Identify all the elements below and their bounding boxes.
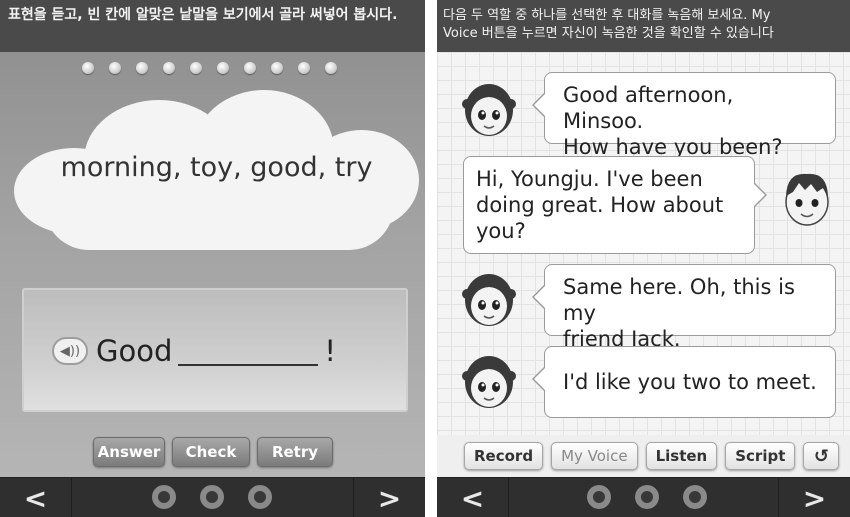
- check-button[interactable]: Check: [172, 437, 250, 467]
- page-dot[interactable]: [587, 485, 611, 509]
- boy-avatar-icon: [785, 173, 829, 226]
- dialog-line: Hi, Youngju. I've been: [476, 167, 703, 191]
- progress-dot[interactable]: [136, 62, 148, 74]
- speaker-icon[interactable]: ◀)): [52, 337, 88, 365]
- dialog-line: doing great. How about: [476, 193, 724, 217]
- reset-button[interactable]: ↺: [803, 442, 840, 470]
- undo-icon: ↺: [813, 445, 829, 467]
- next-page-button[interactable]: >: [778, 478, 850, 517]
- girl-avatar-icon: [462, 274, 516, 326]
- prev-page-button[interactable]: <: [437, 478, 509, 517]
- dialog-line: you?: [476, 219, 526, 243]
- progress-dot[interactable]: [190, 62, 202, 74]
- prev-page-button[interactable]: <: [0, 478, 72, 517]
- dialog-bubble: Good afternoon, Minsoo. How have you bee…: [532, 72, 836, 159]
- recording-buttons: Record My Voice Listen Script ↺: [464, 442, 840, 470]
- page-indicator: [587, 485, 707, 509]
- page-dot[interactable]: [635, 485, 659, 509]
- dialog-line: Same here. Oh, this is my: [563, 275, 795, 325]
- answer-button[interactable]: Answer: [93, 437, 165, 467]
- instruction-text: 표현을 듣고, 빈 칸에 알맞은 낱말을 보기에서 골라 써넣어 봅시다.: [0, 0, 425, 52]
- progress-dot[interactable]: [325, 62, 337, 74]
- dialog-bubble: I'd like you two to meet.: [532, 346, 836, 418]
- progress-dots: [82, 62, 337, 74]
- action-buttons: Answer Check Retry: [93, 437, 333, 467]
- instruction-line-1: 다음 두 역할 중 하나를 선택한 후 대화를 녹음해 보세요. My: [443, 8, 771, 23]
- dialog-line: Good afternoon, Minsoo.: [563, 83, 734, 133]
- progress-dot[interactable]: [244, 62, 256, 74]
- dialog-practice-panel: 다음 두 역할 중 하나를 선택한 후 대화를 녹음해 보세요. My Voic…: [437, 0, 850, 517]
- page-dot[interactable]: [200, 485, 224, 509]
- instruction-line-2: Voice 버튼을 누르면 자신이 녹음한 것을 확인할 수 있습니다: [443, 26, 774, 41]
- dialog-line: I'd like you two to meet.: [563, 370, 817, 394]
- sentence-end: !: [324, 334, 337, 368]
- page-dot[interactable]: [248, 485, 272, 509]
- page-dot[interactable]: [152, 485, 176, 509]
- progress-dot[interactable]: [163, 62, 175, 74]
- script-button[interactable]: Script: [725, 442, 796, 470]
- dialog-bubble: Same here. Oh, this is my friend Jack.: [532, 264, 836, 351]
- word-bank-cloud: morning, toy, good, try: [14, 90, 419, 260]
- retry-button[interactable]: Retry: [257, 437, 333, 467]
- girl-avatar-icon: [462, 84, 516, 136]
- my-voice-button[interactable]: My Voice: [551, 442, 638, 470]
- dialog-bubble: Hi, Youngju. I've been doing great. How …: [463, 156, 767, 254]
- progress-dot[interactable]: [271, 62, 283, 74]
- bottom-nav: < >: [0, 477, 425, 517]
- answer-box: ◀)) Good !: [22, 288, 408, 412]
- bottom-nav: < >: [437, 477, 850, 517]
- girl-avatar-icon: [462, 356, 516, 408]
- progress-dot[interactable]: [109, 62, 121, 74]
- progress-dot[interactable]: [298, 62, 310, 74]
- next-page-button[interactable]: >: [353, 478, 425, 517]
- page-indicator: [152, 485, 272, 509]
- sentence: ◀)) Good !: [52, 334, 336, 368]
- instruction-text: 다음 두 역할 중 하나를 선택한 후 대화를 녹음해 보세요. My Voic…: [437, 0, 850, 52]
- word-bank-text: morning, toy, good, try: [60, 152, 373, 183]
- fill-in-blank-panel: 표현을 듣고, 빈 칸에 알맞은 낱말을 보기에서 골라 써넣어 봅시다. mo…: [0, 0, 425, 517]
- progress-dot[interactable]: [82, 62, 94, 74]
- answer-blank[interactable]: [178, 336, 319, 366]
- listen-button[interactable]: Listen: [645, 442, 718, 470]
- progress-dot[interactable]: [217, 62, 229, 74]
- sentence-start: Good: [96, 334, 173, 368]
- page-dot[interactable]: [683, 485, 707, 509]
- record-button[interactable]: Record: [464, 442, 544, 470]
